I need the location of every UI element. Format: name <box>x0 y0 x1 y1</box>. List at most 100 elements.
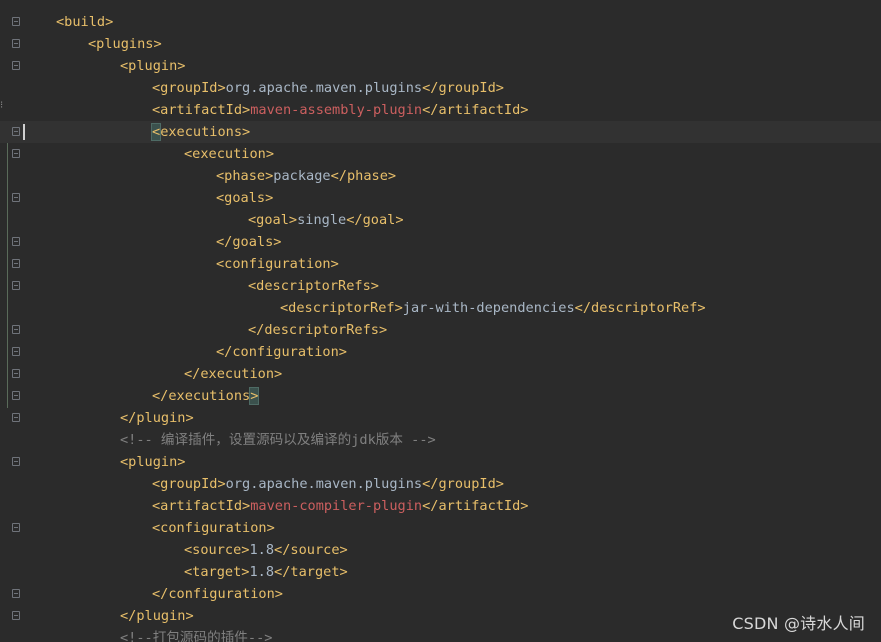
code-line[interactable]: <!-- 编译插件，设置源码以及编译的jdk版本 --> <box>0 429 881 451</box>
code-line[interactable]: <plugin> <box>0 55 881 77</box>
code-token: <goals> <box>216 190 274 206</box>
code-line[interactable]: <artifactId>maven-compiler-plugin</artif… <box>0 495 881 517</box>
code-token: </goals> <box>216 234 282 250</box>
code-token: 1.8 <box>249 542 275 558</box>
code-text: <!--打包源码的插件--> <box>120 627 272 642</box>
code-text: </descriptorRefs> <box>248 319 387 341</box>
fold-toggle-icon[interactable] <box>12 413 20 422</box>
code-text: </execution> <box>184 363 282 385</box>
fold-toggle-icon[interactable] <box>12 457 20 466</box>
code-line[interactable]: <goals> <box>0 187 881 209</box>
code-line[interactable]: </configuration> <box>0 341 881 363</box>
code-token: </plugin> <box>120 410 194 426</box>
code-text: <descriptorRefs> <box>248 275 379 297</box>
code-token: single <box>297 212 347 228</box>
code-text: <plugin> <box>120 55 185 77</box>
code-line[interactable]: </executions> <box>0 385 881 407</box>
code-text: </configuration> <box>152 583 283 605</box>
code-text: <build> <box>56 11 113 33</box>
code-token: </phase> <box>330 168 397 184</box>
code-token: < <box>150 123 162 141</box>
code-text: </executions> <box>152 385 260 407</box>
fold-toggle-icon[interactable] <box>12 61 20 70</box>
code-token: <configuration> <box>216 256 339 272</box>
code-editor[interactable]: ⁝ <build> <plugins> <plugin> <groupId>org.a… <box>0 0 881 642</box>
code-line[interactable]: </descriptorRefs> <box>0 319 881 341</box>
code-text: <plugins> <box>88 33 162 55</box>
code-token: </groupId> <box>422 80 504 96</box>
code-line[interactable]: <executions> <box>0 121 881 143</box>
code-text: <goals> <box>216 187 273 209</box>
code-text: <source>1.8</source> <box>184 539 348 561</box>
code-token: </descriptorRefs> <box>248 322 388 338</box>
code-text: <executions> <box>150 121 251 143</box>
fold-toggle-icon[interactable] <box>12 369 20 378</box>
fold-toggle-icon[interactable] <box>12 259 20 268</box>
fold-toggle-icon[interactable] <box>12 17 20 26</box>
fold-toggle-icon[interactable] <box>12 193 20 202</box>
code-text: <descriptorRef>jar-with-dependencies</de… <box>280 297 706 319</box>
code-text: <!-- 编译插件，设置源码以及编译的jdk版本 --> <box>120 429 436 451</box>
code-token: </configuration> <box>152 586 283 602</box>
code-line[interactable]: <phase>package</phase> <box>0 165 881 187</box>
code-line[interactable]: </execution> <box>0 363 881 385</box>
fold-toggle-icon[interactable] <box>12 391 20 400</box>
fold-toggle-icon[interactable] <box>12 347 20 356</box>
code-token: maven-compiler-plugin <box>250 498 423 514</box>
code-text: <configuration> <box>152 517 275 539</box>
code-token: <groupId> <box>152 476 226 492</box>
code-line[interactable]: <goal>single</goal> <box>0 209 881 231</box>
code-token: </configuration> <box>216 344 347 360</box>
code-line[interactable]: <source>1.8</source> <box>0 539 881 561</box>
code-line[interactable]: <descriptorRef>jar-with-dependencies</de… <box>0 297 881 319</box>
fold-toggle-icon[interactable] <box>12 281 20 290</box>
code-line[interactable]: <execution> <box>0 143 881 165</box>
code-token: </plugin> <box>120 608 194 624</box>
code-line[interactable]: <groupId>org.apache.maven.plugins</group… <box>0 77 881 99</box>
code-text: </goals> <box>216 231 281 253</box>
fold-toggle-icon[interactable] <box>12 149 20 158</box>
watermark: CSDN @诗水人间 <box>732 614 865 633</box>
code-token: executions> <box>160 124 251 140</box>
code-line[interactable]: <configuration> <box>0 517 881 539</box>
code-token: </source> <box>274 542 348 558</box>
code-line[interactable]: </configuration> <box>0 583 881 605</box>
code-text: <phase>package</phase> <box>216 165 396 187</box>
code-area[interactable]: <build> <plugins> <plugin> <groupId>org.apa… <box>0 11 881 642</box>
code-token: <plugin> <box>120 58 186 74</box>
code-token: <groupId> <box>152 80 226 96</box>
code-line[interactable]: <descriptorRefs> <box>0 275 881 297</box>
code-token: </goal> <box>346 212 404 228</box>
code-text: </plugin> <box>120 605 194 627</box>
fold-toggle-icon[interactable] <box>12 39 20 48</box>
code-text: <groupId>org.apache.maven.plugins</group… <box>152 473 504 495</box>
code-line[interactable]: <plugins> <box>0 33 881 55</box>
code-token: </groupId> <box>422 476 504 492</box>
code-token: <!--打包源码的插件--> <box>120 630 273 642</box>
code-token: <configuration> <box>152 520 275 536</box>
fold-toggle-icon[interactable] <box>12 237 20 246</box>
code-line[interactable]: <configuration> <box>0 253 881 275</box>
code-token: </artifactId> <box>422 498 529 514</box>
code-token: </target> <box>274 564 348 580</box>
code-text: </plugin> <box>120 407 194 429</box>
fold-toggle-icon[interactable] <box>12 127 20 136</box>
code-line[interactable]: <artifactId>maven-assembly-plugin</artif… <box>0 99 881 121</box>
fold-toggle-icon[interactable] <box>12 611 20 620</box>
code-text: <target>1.8</target> <box>184 561 348 583</box>
code-token: <descriptorRef> <box>280 300 403 316</box>
code-token: <execution> <box>184 146 275 162</box>
code-line[interactable]: <plugin> <box>0 451 881 473</box>
code-token: </descriptorRef> <box>574 300 706 316</box>
code-line[interactable]: </goals> <box>0 231 881 253</box>
code-token: jar-with-dependencies <box>402 300 575 316</box>
code-line[interactable]: <target>1.8</target> <box>0 561 881 583</box>
code-line[interactable]: </plugin> <box>0 407 881 429</box>
fold-toggle-icon[interactable] <box>12 523 20 532</box>
fold-toggle-icon[interactable] <box>12 325 20 334</box>
code-line[interactable]: <build> <box>0 11 881 33</box>
code-token: </artifactId> <box>422 102 529 118</box>
code-text: <execution> <box>184 143 274 165</box>
fold-toggle-icon[interactable] <box>12 589 20 598</box>
code-line[interactable]: <groupId>org.apache.maven.plugins</group… <box>0 473 881 495</box>
